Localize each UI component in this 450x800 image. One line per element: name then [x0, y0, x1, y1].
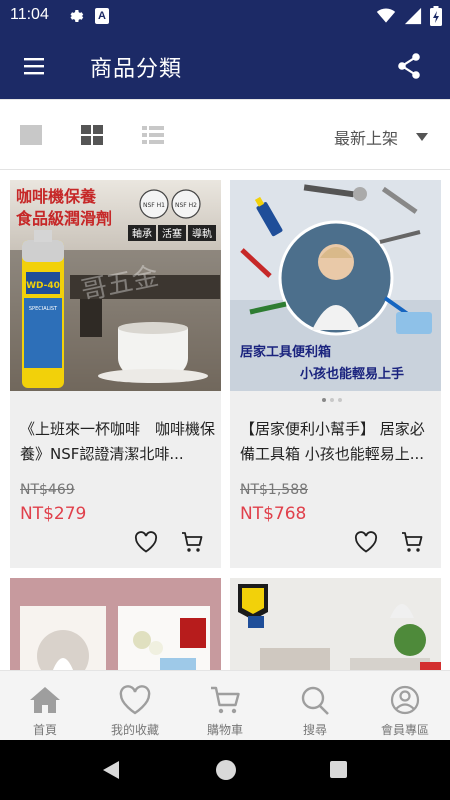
view-sort-toolbar: 最新上架	[0, 99, 450, 170]
cart-icon	[211, 686, 240, 714]
page-title: 商品分類	[90, 57, 183, 82]
favorite-button[interactable]	[354, 531, 378, 553]
image-tag: 導軌	[192, 227, 212, 240]
image-caption-2: 小孩也能輕易上手	[300, 366, 404, 382]
favorite-button[interactable]	[134, 531, 158, 553]
dropdown-caret-icon	[416, 133, 428, 141]
product-card[interactable]	[10, 578, 221, 670]
add-to-cart-button[interactable]	[400, 530, 424, 554]
nav-member[interactable]: 會員專區	[360, 671, 450, 740]
product-image	[230, 578, 441, 670]
nsf-badge-1: NSF H1	[143, 202, 165, 209]
product-original-price: NT$1,588	[240, 482, 309, 498]
settings-status-icon	[66, 7, 84, 29]
product-price: NT$279	[20, 504, 87, 524]
product-image	[10, 578, 221, 670]
square-view-icon	[20, 125, 42, 145]
nav-home[interactable]: 首頁	[0, 671, 90, 740]
signal-icon	[404, 7, 422, 25]
menu-button[interactable]	[22, 53, 48, 79]
search-icon	[301, 686, 329, 715]
status-bar: 11:04 A	[0, 0, 450, 33]
product-card[interactable]: WD-40 SPECIALIST 咖啡機保養 食品級潤滑劑 NSF H1 NSF…	[10, 180, 221, 568]
product-name: 【居家便利小幫手】 居家必備工具箱 小孩也能輕易上...	[240, 420, 425, 463]
nav-label: 我的收藏	[110, 723, 159, 737]
wifi-icon	[376, 8, 396, 23]
image-caption-1: 居家工具便利箱	[240, 344, 331, 360]
add-to-cart-button[interactable]	[180, 530, 204, 554]
image-tag: 活塞	[162, 227, 182, 240]
nav-label: 購物車	[206, 723, 243, 737]
list-view-button[interactable]	[141, 124, 165, 146]
product-grid: WD-40 SPECIALIST 咖啡機保養 食品級潤滑劑 NSF H1 NSF…	[0, 170, 450, 670]
product-image: 居家工具便利箱 小孩也能輕易上手	[230, 180, 441, 391]
nav-cart[interactable]: 購物車	[180, 671, 270, 740]
system-navigation-bar	[0, 740, 450, 800]
bottom-navigation: 首頁 我的收藏 購物車 搜尋 會員專區	[0, 670, 450, 740]
sort-label: 最新上架	[333, 129, 398, 148]
can-brand: WD-40	[26, 281, 60, 291]
can-line: SPECIALIST	[29, 306, 58, 312]
product-price: NT$768	[240, 504, 307, 524]
product-original-price: NT$469	[20, 482, 75, 498]
home-circle-icon[interactable]	[216, 760, 236, 780]
grid-view-button[interactable]	[80, 124, 104, 146]
share-icon	[398, 53, 420, 79]
recent-apps-icon[interactable]	[330, 761, 347, 778]
status-right-icons	[376, 6, 442, 26]
grid-view-icon	[81, 125, 103, 145]
nav-favorites[interactable]: 我的收藏	[90, 671, 180, 740]
nav-label: 搜尋	[302, 723, 327, 737]
back-icon[interactable]	[102, 760, 120, 780]
heart-icon	[354, 531, 378, 553]
image-carousel-dots	[322, 398, 342, 402]
nav-label: 會員專區	[380, 723, 429, 737]
nav-search[interactable]: 搜尋	[270, 671, 360, 740]
user-icon	[390, 685, 420, 715]
app-bar: 商品分類	[0, 33, 450, 99]
heart-icon	[134, 531, 158, 553]
sort-dropdown[interactable]: 最新上架	[334, 125, 428, 149]
heart-icon	[119, 685, 151, 715]
product-name: 《上班來一杯咖啡 咖啡機保養》NSF認證清潔北啡...	[20, 420, 215, 463]
status-time: 11:04	[10, 6, 49, 23]
product-image: WD-40 SPECIALIST 咖啡機保養 食品級潤滑劑 NSF H1 NSF…	[10, 180, 221, 391]
home-icon	[30, 687, 60, 713]
list-view-icon	[142, 126, 164, 144]
share-button[interactable]	[396, 52, 422, 80]
nav-label: 首頁	[32, 723, 57, 737]
hamburger-icon	[24, 58, 44, 75]
cart-icon	[402, 532, 423, 552]
product-card[interactable]	[230, 578, 441, 670]
image-headline-1: 咖啡機保養	[16, 187, 96, 206]
battery-icon	[430, 6, 442, 26]
keyboard-status-icon: A	[95, 8, 109, 24]
cart-icon	[182, 532, 203, 552]
nsf-badge-2: NSF H2	[175, 202, 197, 209]
image-tag: 軸承	[132, 227, 152, 240]
image-headline-2: 食品級潤滑劑	[15, 209, 112, 228]
product-card[interactable]: 居家工具便利箱 小孩也能輕易上手 【居家便利小幫手】 居家必備工具箱 小孩也能輕…	[230, 180, 441, 568]
single-view-button[interactable]	[19, 124, 43, 146]
